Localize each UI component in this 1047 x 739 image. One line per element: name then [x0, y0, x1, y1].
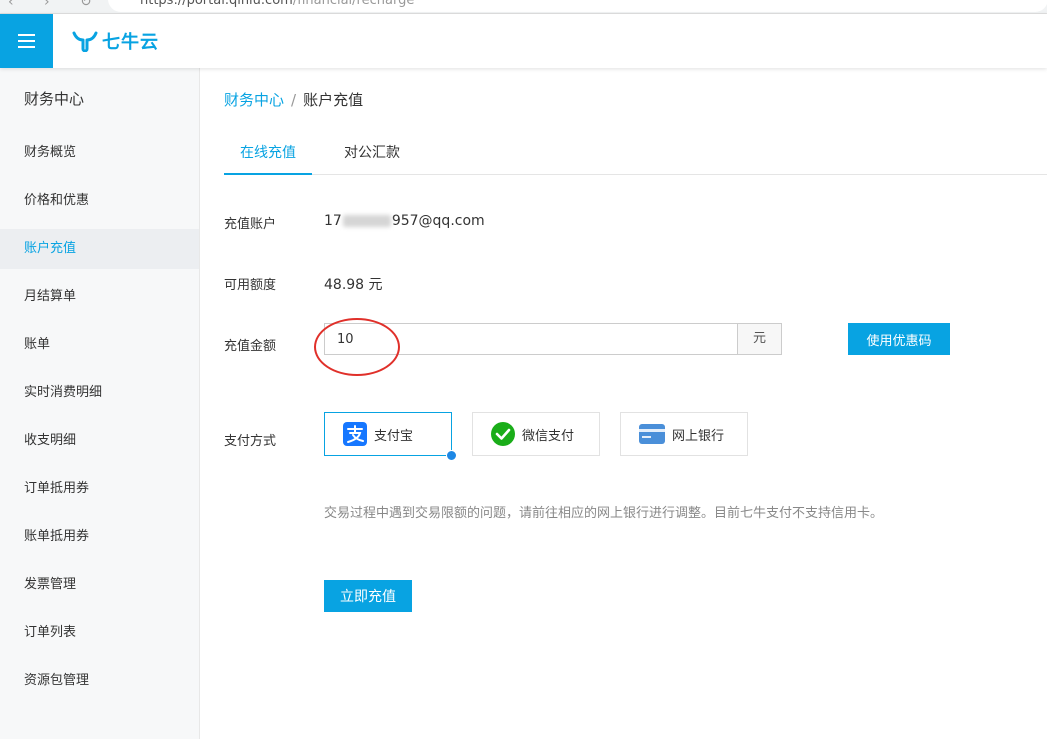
reload-icon[interactable]: ↻	[80, 0, 92, 10]
amount-input[interactable]	[325, 324, 738, 354]
hamburger-icon	[18, 34, 35, 48]
selected-indicator	[446, 450, 457, 461]
account-value: 17 957@qq.com	[324, 213, 485, 229]
amount-input-group: 元	[324, 323, 782, 355]
address-url: https://portal.qiniu.com/financial/recha…	[140, 0, 415, 8]
back-icon[interactable]: ‹	[8, 0, 14, 10]
sidebar-item-recharge[interactable]: 账户充值	[0, 229, 199, 269]
qiniu-bull-icon	[72, 31, 98, 52]
browser-toolbar: ‹ › ↻ https://portal.qiniu.com/financial…	[0, 0, 1047, 14]
sidebar-item-orders[interactable]: 订单列表	[0, 613, 199, 653]
breadcrumb-current: 账户充值	[303, 91, 364, 109]
payment-option-online-bank[interactable]: 网上银行	[620, 412, 748, 456]
sidebar-item-realtime-usage[interactable]: 实时消费明细	[0, 373, 199, 413]
top-header: 七牛云	[0, 14, 1047, 68]
sidebar: 财务中心 财务概览 价格和优惠 账户充值 月结算单 账单 实时消费明细 收支明细…	[0, 68, 200, 739]
tab-online-recharge[interactable]: 在线充值	[224, 132, 312, 175]
sidebar-item-bill-vouchers[interactable]: 账单抵用券	[0, 517, 199, 557]
breadcrumb-separator: /	[291, 91, 297, 109]
bank-card-icon	[639, 424, 665, 444]
main-content: 财务中心 / 账户充值 在线充值 对公汇款 充值账户 17 957@qq.com 可用…	[200, 68, 1047, 739]
sidebar-title: 财务中心	[24, 90, 85, 108]
wechat-pay-icon	[491, 422, 515, 446]
use-coupon-button[interactable]: 使用优惠码	[848, 323, 950, 355]
amount-unit: 元	[737, 324, 781, 354]
sidebar-item-monthly-statement[interactable]: 月结算单	[0, 277, 199, 317]
payment-option-wechat[interactable]: 微信支付	[472, 412, 600, 456]
sidebar-item-transactions[interactable]: 收支明细	[0, 421, 199, 461]
sidebar-item-bills[interactable]: 账单	[0, 325, 199, 365]
tab-bar: 在线充值 对公汇款	[224, 132, 1047, 175]
sidebar-item-overview[interactable]: 财务概览	[0, 133, 199, 173]
logo-text: 七牛云	[102, 32, 159, 53]
logo[interactable]: 七牛云	[72, 28, 159, 54]
sidebar-item-resource-packs[interactable]: 资源包管理	[0, 661, 199, 701]
forward-icon[interactable]: ›	[44, 0, 50, 10]
amount-label: 充值金额	[224, 339, 277, 354]
recharge-now-button[interactable]: 立即充值	[324, 580, 412, 612]
alipay-icon	[343, 422, 367, 446]
sidebar-item-order-vouchers[interactable]: 订单抵用券	[0, 469, 199, 509]
tab-corporate-transfer[interactable]: 对公汇款	[328, 132, 416, 175]
menu-toggle-button[interactable]	[0, 14, 53, 68]
payment-option-alipay[interactable]: 支付宝	[324, 412, 457, 461]
breadcrumb: 财务中心 / 账户充值	[224, 89, 363, 110]
sidebar-item-pricing[interactable]: 价格和优惠	[0, 181, 199, 221]
payment-label: 支付方式	[224, 434, 277, 449]
balance-label: 可用额度	[224, 278, 277, 293]
sidebar-item-invoices[interactable]: 发票管理	[0, 565, 199, 605]
balance-value: 48.98 元	[324, 277, 383, 293]
breadcrumb-parent-link[interactable]: 财务中心	[224, 91, 284, 109]
payment-notice: 交易过程中遇到交易限额的问题，请前往相应的网上银行进行调整。目前七牛支付不支持信…	[324, 506, 884, 521]
account-label: 充值账户	[224, 217, 277, 232]
redacted-mask	[342, 215, 391, 227]
